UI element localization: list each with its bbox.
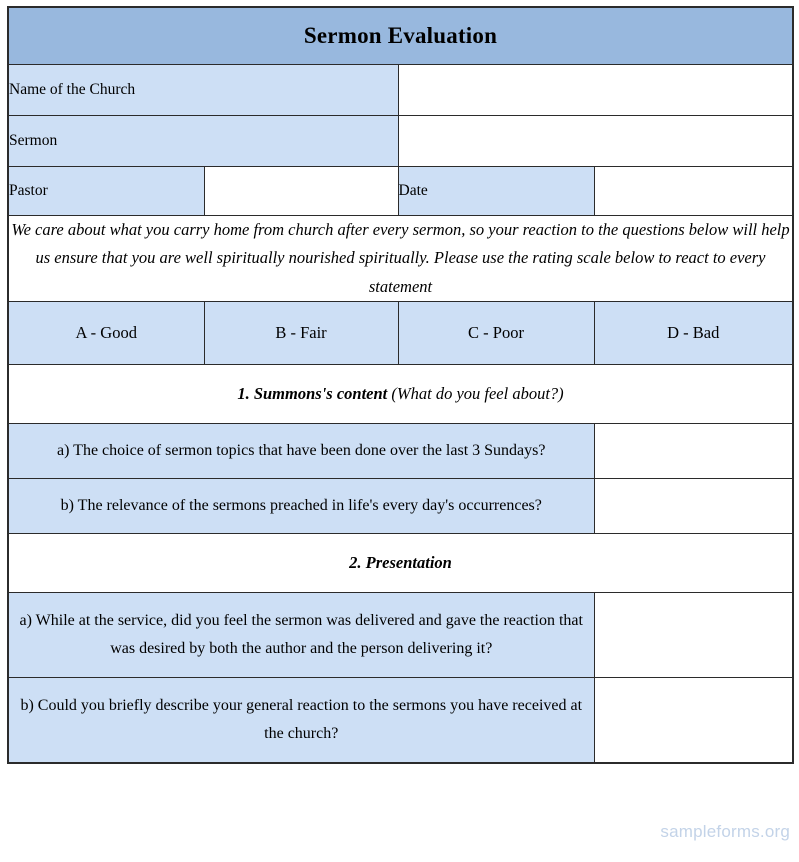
instructions-row: We care about what you carry home from c…	[7, 214, 794, 303]
field-row-church-name: Name of the Church	[7, 64, 794, 116]
question-row: a) The choice of sermon topics that have…	[7, 423, 794, 480]
input-church-name[interactable]	[397, 64, 794, 116]
field-row-sermon: Sermon	[7, 115, 794, 167]
question-row: b) The relevance of the sermons preached…	[7, 478, 794, 535]
answer-field-1b[interactable]	[593, 478, 794, 535]
label-date: Date	[397, 166, 595, 216]
instructions-text: We care about what you carry home from c…	[11, 220, 790, 296]
question-text-1a: a) The choice of sermon topics that have…	[7, 423, 595, 480]
label-sermon: Sermon	[7, 115, 399, 167]
section-heading-row-1: 1. Summons's content (What do you feel a…	[7, 364, 794, 425]
label-church-name: Name of the Church	[7, 64, 399, 116]
form-table: Sermon Evaluation Name of the Church Ser…	[7, 6, 794, 765]
instructions-cell: We care about what you carry home from c…	[7, 214, 794, 303]
section-heading-2-number: 2. Presentation	[349, 553, 452, 573]
rating-option-b: B - Fair	[203, 301, 399, 366]
question-row: a) While at the service, did you feel th…	[7, 592, 794, 679]
input-pastor[interactable]	[203, 166, 399, 216]
section-heading-1-note: (What do you feel about?)	[391, 384, 564, 404]
title-row: Sermon Evaluation	[7, 6, 794, 65]
question-text-1b: b) The relevance of the sermons preached…	[7, 478, 595, 535]
answer-field-2a[interactable]	[593, 592, 794, 679]
rating-option-a: A - Good	[7, 301, 205, 366]
rating-option-c: C - Poor	[397, 301, 595, 366]
page-title: Sermon Evaluation	[303, 23, 498, 48]
answer-field-1a[interactable]	[593, 423, 794, 480]
field-row-pastor-date: Pastor Date	[7, 166, 794, 216]
input-date[interactable]	[593, 166, 794, 216]
question-text-2b: b) Could you briefly describe your gener…	[7, 677, 595, 764]
section-heading-2: 2. Presentation	[7, 533, 794, 594]
site-watermark: sampleforms.org	[660, 822, 790, 841]
rating-option-d: D - Bad	[593, 301, 794, 366]
input-sermon[interactable]	[397, 115, 794, 167]
question-row: b) Could you briefly describe your gener…	[7, 677, 794, 764]
section-heading-row-2: 2. Presentation	[7, 533, 794, 594]
form-title-cell: Sermon Evaluation	[7, 6, 794, 65]
question-text-2a: a) While at the service, did you feel th…	[7, 592, 595, 679]
label-pastor: Pastor	[7, 166, 205, 216]
section-heading-1-number: 1. Summons's content	[237, 384, 388, 404]
sermon-evaluation-form: Sermon Evaluation Name of the Church Ser…	[0, 0, 799, 862]
rating-scale-row: A - Good B - Fair C - Poor D - Bad	[7, 301, 794, 366]
answer-field-2b[interactable]	[593, 677, 794, 764]
section-heading-1: 1. Summons's content (What do you feel a…	[7, 364, 794, 425]
